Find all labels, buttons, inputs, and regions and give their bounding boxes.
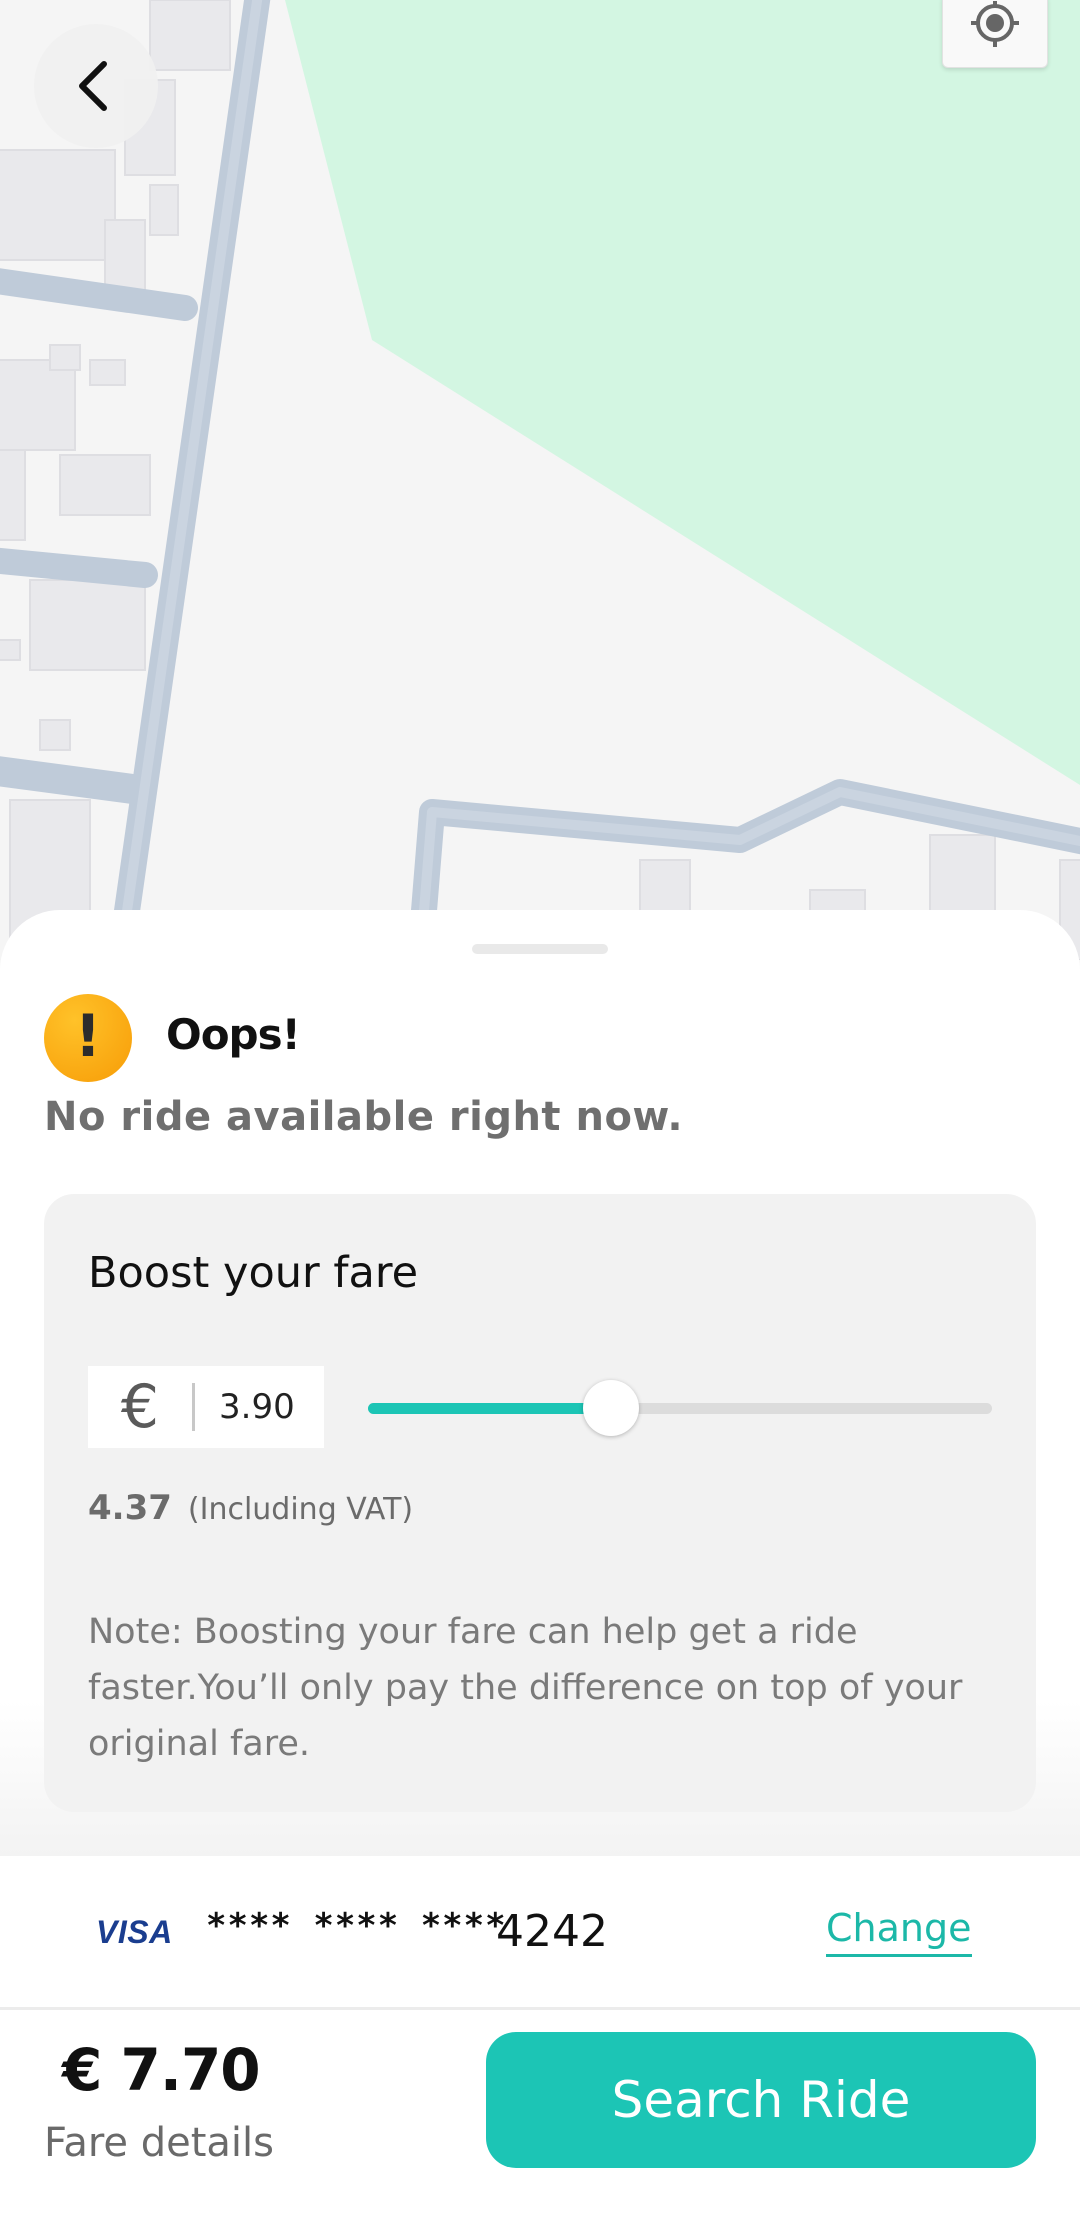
my-location-icon — [971, 1, 1019, 47]
warning-icon: ! — [44, 994, 132, 1082]
slider-fill — [368, 1403, 612, 1414]
sheet-drag-handle[interactable] — [472, 944, 608, 954]
search-ride-button[interactable]: Search Ride — [486, 2032, 1036, 2168]
warning-mark: ! — [74, 1002, 102, 1070]
euro-icon: € — [120, 1372, 160, 1442]
boost-title: Boost your fare — [88, 1248, 419, 1298]
map-canvas[interactable] — [0, 0, 1080, 973]
boost-fare-slider[interactable] — [368, 1376, 992, 1440]
chevron-left-icon — [79, 61, 107, 111]
slider-thumb[interactable] — [583, 1380, 640, 1436]
card-number-masked: **** **** **** — [206, 1906, 507, 1946]
alert-message: No ride available right now. — [44, 1094, 684, 1140]
vat-line: 4.37 (Including VAT) — [88, 1488, 413, 1528]
my-location-button[interactable] — [942, 0, 1048, 68]
fare-details-link[interactable]: Fare details — [44, 2120, 274, 2166]
vat-label: (Including VAT) — [187, 1492, 414, 1527]
card-last4: 4242 — [496, 1906, 608, 1957]
alert-title: Oops! — [166, 1010, 301, 1059]
boost-fare-input-box[interactable]: € — [88, 1366, 324, 1448]
map-view[interactable] — [0, 0, 1080, 973]
change-payment-link[interactable]: Change — [826, 1906, 972, 1957]
boost-fare-input[interactable] — [195, 1387, 321, 1427]
visa-logo: VISA — [96, 1914, 173, 1950]
back-button[interactable] — [34, 24, 158, 148]
boost-note: Note: Boosting your fare can help get a … — [88, 1612, 963, 1764]
total-fare: € 7.70 — [62, 2036, 261, 2104]
vat-amount: 4.37 — [88, 1488, 172, 1528]
